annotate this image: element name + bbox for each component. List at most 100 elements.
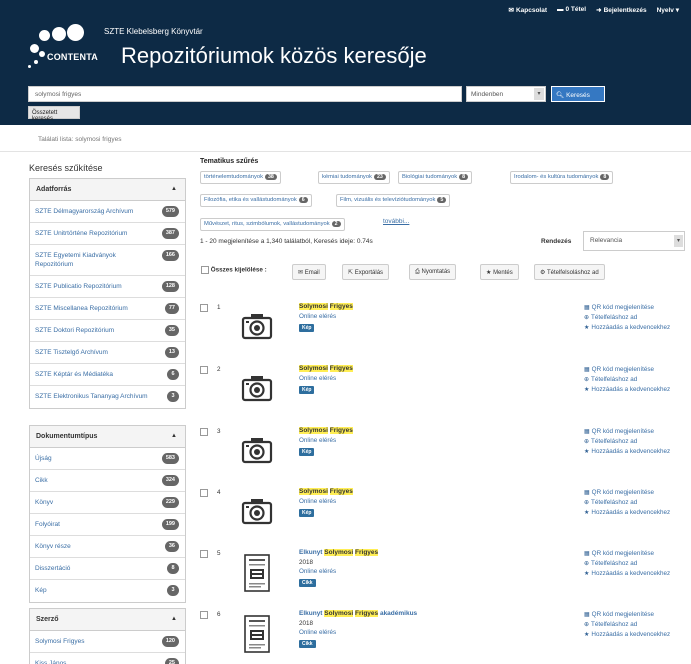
qr-code-link[interactable]: ▦ QR kód megjelenítése (584, 610, 686, 620)
gear-icon: ⚙ (540, 270, 546, 276)
online-access-link[interactable]: Online elérés (299, 313, 336, 320)
more-topics-link[interactable]: további... (383, 218, 409, 225)
add-to-list-link[interactable]: ⊕ Tételfeláshoz ad (584, 313, 686, 323)
qr-code-link[interactable]: ▦ QR kód megjelenítése (584, 549, 686, 559)
facet-item[interactable]: Kép 3 (30, 580, 185, 602)
result-stats: 1 - 20 megjelenítése a 1,340 találatból,… (200, 238, 373, 245)
document-icon[interactable] (240, 554, 274, 592)
facet-item[interactable]: Folyóirat 199 (30, 514, 185, 536)
qr-code-link[interactable]: ▦ QR kód megjelenítése (584, 303, 686, 313)
result-checkbox[interactable] (200, 304, 208, 312)
email-button[interactable]: ✉ Email (292, 264, 326, 280)
online-access-link[interactable]: Online elérés (299, 629, 336, 636)
language-menu[interactable]: Nyelv ▾ (657, 6, 679, 14)
add-favorite-link[interactable]: ★ Hozzáadás a kedvencekhez (584, 569, 686, 579)
star-icon: ★ (584, 449, 590, 455)
result-title[interactable]: Solymosi Frigyes (299, 365, 353, 372)
add-to-list-link[interactable]: ⊕ Tételfeláshoz ad (584, 375, 686, 385)
thematic-chip[interactable]: Irodalom- és kultúra tudományok 8 (510, 171, 614, 184)
online-access-link[interactable]: Online elérés (299, 498, 336, 505)
save-button[interactable]: ★ Mentés (480, 264, 519, 280)
facet-item[interactable]: SZTE Egyetemi Kiadványok Repozitórium 166 (30, 245, 185, 276)
add-favorite-link[interactable]: ★ Hozzáadás a kedvencekhez (584, 508, 686, 518)
result-title[interactable]: Solymosi Frigyes (299, 303, 353, 310)
camera-icon[interactable] (240, 370, 274, 404)
sort-select[interactable]: Relevancia ▾ (583, 231, 685, 251)
add-to-list-link[interactable]: ⊕ Tételfeláshoz ad (584, 437, 686, 447)
add-to-list-link[interactable]: ⊕ Tételfeláshoz ad (584, 498, 686, 508)
camera-icon[interactable] (240, 493, 274, 527)
thematic-chip[interactable]: történelemtudományok 38 (200, 171, 281, 184)
facet-item[interactable]: Disszertáció 8 (30, 558, 185, 580)
cart-link[interactable]: ▬ 0 Tétel (557, 6, 586, 14)
result-title[interactable]: Elkunyt Solymosi Frigyes (299, 549, 379, 556)
facet-item[interactable]: Könyv része 36 (30, 536, 185, 558)
add-to-list-button[interactable]: ⚙ Tételfelsoláshoz ad (534, 264, 605, 280)
add-to-list-link[interactable]: ⊕ Tételfeláshoz ad (584, 620, 686, 630)
facet-item[interactable]: SZTE Képtár és Médiatéka 6 (30, 364, 185, 386)
facet-item[interactable]: Solymosi Frigyes 120 (30, 631, 185, 653)
select-all-checkbox[interactable]: Összes kijelölése : (201, 266, 267, 274)
result-title[interactable]: Solymosi Frigyes (299, 488, 353, 495)
facet-count-badge: 229 (161, 497, 179, 508)
format-badge: Cikk (299, 640, 316, 648)
result-checkbox[interactable] (200, 550, 208, 558)
camera-icon[interactable] (240, 308, 274, 342)
search-scope-select[interactable]: Mindenben ▾ (466, 86, 546, 102)
facet-item[interactable]: Cikk 324 (30, 470, 185, 492)
advanced-search-button[interactable]: Összetett keresés (28, 106, 80, 122)
checkbox[interactable] (201, 266, 209, 274)
contact-link[interactable]: ✉ Kapcsolat (508, 6, 547, 14)
result-checkbox[interactable] (200, 428, 208, 436)
result-checkbox[interactable] (200, 489, 208, 497)
online-access-link[interactable]: Online elérés (299, 437, 336, 444)
result-title[interactable]: Solymosi Frigyes (299, 427, 353, 434)
add-favorite-link[interactable]: ★ Hozzáadás a kedvencekhez (584, 447, 686, 457)
title-prefix: Elkunyt (299, 549, 323, 556)
search-button[interactable]: 🔍︎ Keresés (551, 86, 605, 102)
facet-count-badge: 25 (164, 658, 179, 664)
facet-group-header[interactable]: Dokumentumtípus ▲ (30, 426, 185, 448)
add-favorite-link[interactable]: ★ Hozzáadás a kedvencekhez (584, 630, 686, 640)
print-button[interactable]: ⎙ Nyomtatás (409, 264, 457, 280)
facet-item[interactable]: SZTE Miscellanea Repozitórium 77 (30, 298, 185, 320)
facet-group-header[interactable]: Szerző ▲ (30, 609, 185, 631)
camera-icon[interactable] (240, 432, 274, 466)
facet-item[interactable]: SZTE Unitrtörténe Repozitórium 387 (30, 223, 185, 245)
add-to-list-link[interactable]: ⊕ Tételfeláshoz ad (584, 559, 686, 569)
add-favorite-link[interactable]: ★ Hozzáadás a kedvencekhez (584, 385, 686, 395)
thematic-chip[interactable]: kémiai tudományok 23 (318, 171, 390, 184)
facet-item[interactable]: Újság 583 (30, 448, 185, 470)
result-actions: ▦ QR kód megjelenítése ⊕ Tételfeláshoz ad ★ H… (584, 610, 686, 640)
qr-code-link[interactable]: ▦ QR kód megjelenítése (584, 427, 686, 437)
qr-code-link[interactable]: ▦ QR kód megjelenítése (584, 365, 686, 375)
export-button[interactable]: ⇱ Exportálás (342, 264, 390, 280)
facet-group-header[interactable]: Adatforrás ▲ (30, 179, 185, 201)
facet-item[interactable]: Könyv 229 (30, 492, 185, 514)
facet-item[interactable]: SZTE Doktori Repozitórium 35 (30, 320, 185, 342)
thematic-chip[interactable]: Biológiai tudományok 8 (398, 171, 473, 184)
result-actions: ▦ QR kód megjelenítése ⊕ Tételfeláshoz ad ★ H… (584, 365, 686, 395)
result-checkbox[interactable] (200, 611, 208, 619)
add-favorite-link[interactable]: ★ Hozzáadás a kedvencekhez (584, 323, 686, 333)
facet-item[interactable]: Kiss János 25 (30, 653, 185, 664)
format-badge: Kép (299, 324, 315, 332)
facet-item[interactable]: SZTE Publicatio Repozitórium 128 (30, 276, 185, 298)
plus-circle-icon: ⊕ (584, 500, 590, 506)
facet-item[interactable]: SZTE Elektronikus Tananyag Archívum 3 (30, 386, 185, 408)
document-icon[interactable] (240, 615, 274, 653)
facet-item[interactable]: SZTE Tisztelgő Archívum 13 (30, 342, 185, 364)
search-input[interactable]: solymosi frigyes (28, 86, 462, 102)
online-access-link[interactable]: Online elérés (299, 568, 336, 575)
result-title[interactable]: Elkunyt Solymosi Frigyes akadémikus (299, 610, 417, 617)
online-access-link[interactable]: Online elérés (299, 375, 336, 382)
thematic-chip[interactable]: Film, vizuális és televíziótudományok 5 (336, 194, 451, 207)
thematic-chip[interactable]: Filozófia, etika és vallástudományok 6 (200, 194, 312, 207)
qr-code-link[interactable]: ▦ QR kód megjelenítése (584, 488, 686, 498)
result-checkbox[interactable] (200, 366, 208, 374)
contenta-logo[interactable] (26, 24, 92, 72)
facet-item-label: SZTE Egyetemi Kiadványok Repozitórium (35, 252, 116, 268)
facet-item[interactable]: SZTE Délmagyarország Archívum 579 (30, 201, 185, 223)
login-link[interactable]: ➜ Bejelentkezés (596, 6, 646, 14)
thematic-chip[interactable]: Művészet, ritus, szimbólumok, vallástudo… (200, 218, 345, 231)
